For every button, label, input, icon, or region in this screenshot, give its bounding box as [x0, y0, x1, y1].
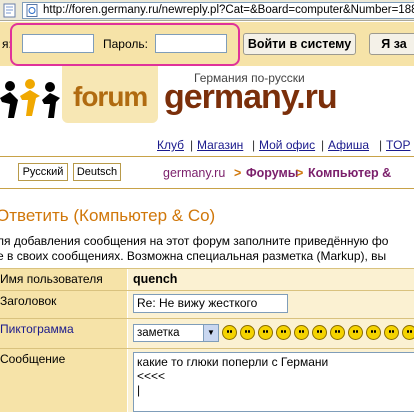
lang-russian-button[interactable]: Русский: [18, 163, 68, 181]
page-title: Ответить (Компьютер & Co): [0, 206, 216, 225]
icon-select[interactable]: заметка ▼: [133, 324, 219, 342]
username-field-label: Имя пользователя: [0, 269, 127, 290]
icon-field-label[interactable]: Пиктограмма: [0, 319, 127, 348]
breadcrumb-sep: >: [234, 166, 242, 180]
breadcrumb-site[interactable]: germany.ru: [163, 166, 225, 180]
lang-german-button[interactable]: Deutsch: [73, 163, 121, 181]
nav-link-my-office[interactable]: Мой офис: [259, 138, 315, 152]
form-row-message: Сообщение какие то глюки поперли с Герма…: [0, 348, 414, 412]
address-bar: http://foren.germany.ru/newreply.pl?Cat=…: [0, 0, 414, 21]
smiley-icon[interactable]: [384, 325, 399, 340]
chevron-down-icon[interactable]: ▼: [203, 325, 218, 341]
smiley-icon[interactable]: [348, 325, 363, 340]
subject-input[interactable]: Re: Не вижу жесткого: [133, 294, 288, 313]
form-row-icon: Пиктограмма заметка ▼: [0, 318, 414, 348]
login-highlight-frame: [10, 23, 240, 66]
site-logo[interactable]: germany.ru: [164, 78, 338, 117]
message-field-label: Сообщение: [0, 349, 127, 412]
smiley-icon[interactable]: [240, 325, 255, 340]
page-icon: [3, 3, 16, 18]
message-textarea[interactable]: какие то глюки поперли с Германи <<<< |: [133, 352, 414, 412]
forum-logo[interactable]: forum: [73, 81, 148, 113]
divider: [0, 188, 414, 189]
smiley-icon[interactable]: [330, 325, 345, 340]
login-button[interactable]: Войти в систему: [243, 33, 356, 55]
breadcrumb-sep: >: [296, 166, 304, 180]
breadcrumb-forums[interactable]: Форумы: [246, 166, 298, 180]
nav-link-poster[interactable]: Афиша: [328, 138, 369, 152]
smiley-icon[interactable]: [312, 325, 327, 340]
smiley-icon[interactable]: [294, 325, 309, 340]
nav-link-club[interactable]: Клуб: [157, 138, 184, 152]
breadcrumb-board[interactable]: Компьютер &: [308, 166, 391, 180]
smiley-icon[interactable]: [402, 325, 414, 340]
lang-row: Русский Deutsch germany.ru > Форумы > Ко…: [0, 157, 414, 187]
ie-page-icon: [26, 4, 38, 17]
instructions-line1: ля добавления сообщения на этот форум за…: [0, 234, 389, 248]
people-logo-icon: [0, 79, 60, 118]
smiley-icon[interactable]: [258, 325, 273, 340]
nav-link-top[interactable]: TOP: [386, 138, 410, 152]
instructions-line2: е в своих сообщениях. Возможна специальн…: [0, 249, 387, 263]
nav-link-shop[interactable]: Магазин: [197, 138, 243, 152]
smiley-icon[interactable]: [366, 325, 381, 340]
url-text: http://foren.germany.ru/newreply.pl?Cat=…: [43, 4, 414, 16]
smiley-icon[interactable]: [276, 325, 291, 340]
top-nav: Клуб | Магазин | Мой офис | Афиша | TOP: [157, 138, 411, 152]
smiley-icon[interactable]: [222, 325, 237, 340]
subject-field-label: Заголовок: [0, 291, 127, 318]
register-button[interactable]: Я за: [369, 33, 414, 55]
icon-select-value: заметка: [137, 327, 180, 339]
url-field[interactable]: http://foren.germany.ru/newreply.pl?Cat=…: [22, 2, 414, 19]
form-row-subject: Заголовок Re: Не вижу жесткого: [0, 290, 414, 318]
username-value: quench: [133, 272, 178, 286]
form-row-username: Имя пользователя quench: [0, 268, 414, 290]
